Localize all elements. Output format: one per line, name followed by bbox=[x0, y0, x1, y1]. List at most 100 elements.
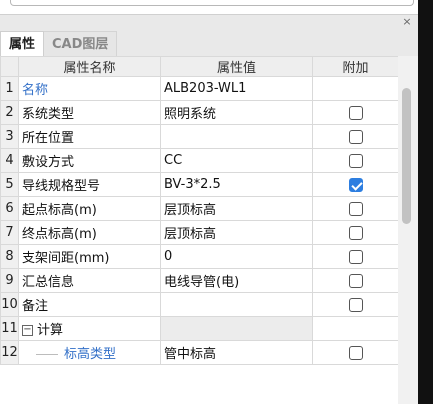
column-header-extra[interactable]: 附加 bbox=[312, 56, 398, 77]
table-row[interactable]: 9 汇总信息 电线导管(电) bbox=[0, 268, 398, 293]
extra-cell bbox=[312, 196, 398, 221]
extra-cell bbox=[312, 268, 398, 293]
row-index: 7 bbox=[0, 220, 19, 245]
row-index: 5 bbox=[0, 172, 19, 197]
property-name: 标高类型 bbox=[64, 347, 117, 362]
property-value-cell[interactable] bbox=[160, 124, 313, 149]
row-index: 9 bbox=[0, 268, 19, 293]
property-name-cell[interactable]: − 计算 bbox=[18, 316, 161, 341]
checkbox[interactable] bbox=[348, 297, 363, 312]
property-value-cell[interactable]: ALB203-WL1 bbox=[160, 76, 313, 101]
property-name-cell[interactable]: 备注 bbox=[18, 292, 161, 317]
checkbox[interactable] bbox=[348, 225, 363, 240]
property-name-cell[interactable]: 汇总信息 bbox=[18, 268, 161, 293]
tab-properties[interactable]: 属性 bbox=[0, 31, 45, 56]
property-value-cell[interactable]: 管中标高 bbox=[160, 340, 313, 365]
properties-panel: × 属性 CAD图层 属性名称 属性值 附加 1 名称 ALB203-WL1 2 系统类… bbox=[0, 14, 418, 404]
column-header-name[interactable]: 属性名称 bbox=[18, 56, 161, 77]
scrollbar-thumb[interactable] bbox=[402, 88, 411, 224]
checkbox-checked[interactable] bbox=[348, 177, 363, 192]
property-name: 系统类型 bbox=[22, 107, 75, 122]
checkbox[interactable] bbox=[348, 345, 363, 360]
extra-cell bbox=[312, 76, 398, 101]
property-name: 汇总信息 bbox=[22, 275, 75, 290]
property-name: 备注 bbox=[22, 299, 49, 314]
extra-cell bbox=[312, 340, 398, 365]
property-name-cell[interactable]: 终点标高(m) bbox=[18, 220, 161, 245]
checkbox[interactable] bbox=[348, 273, 363, 288]
table-row[interactable]: 2 系统类型 照明系统 bbox=[0, 100, 398, 125]
property-value-cell[interactable]: 照明系统 bbox=[160, 100, 313, 125]
property-value-cell[interactable] bbox=[160, 316, 313, 341]
close-button[interactable]: × bbox=[400, 15, 414, 29]
row-index: 1 bbox=[0, 76, 19, 101]
property-name: 计算 bbox=[37, 323, 64, 338]
table-row[interactable]: 8 支架间距(mm) 0 bbox=[0, 244, 398, 269]
property-value-cell[interactable]: CC bbox=[160, 148, 313, 173]
table-row[interactable]: 11− 计算 bbox=[0, 316, 398, 341]
checkbox[interactable] bbox=[348, 153, 363, 168]
table-row[interactable]: 4 敷设方式 CC bbox=[0, 148, 398, 173]
property-name-cell[interactable]: 敷设方式 bbox=[18, 148, 161, 173]
table-header-row: 属性名称 属性值 附加 bbox=[0, 56, 398, 77]
property-name-cell[interactable]: 名称 bbox=[18, 76, 161, 101]
property-name: 起点标高(m) bbox=[22, 203, 97, 218]
vertical-scrollbar[interactable] bbox=[398, 56, 418, 404]
table-row[interactable]: 12 标高类型 管中标高 bbox=[0, 340, 398, 365]
row-index: 11 bbox=[0, 316, 19, 341]
checkbox[interactable] bbox=[348, 105, 363, 120]
property-name: 导线规格型号 bbox=[22, 179, 101, 194]
row-index: 3 bbox=[0, 124, 19, 149]
property-name-cell[interactable]: 标高类型 bbox=[18, 340, 161, 365]
extra-cell bbox=[312, 100, 398, 125]
table-row[interactable]: 10 备注 bbox=[0, 292, 398, 317]
table-row[interactable]: 1 名称 ALB203-WL1 bbox=[0, 76, 398, 101]
row-index: 6 bbox=[0, 196, 19, 221]
top-input-edge[interactable] bbox=[10, 0, 414, 6]
property-value-cell[interactable]: 层顶标高 bbox=[160, 220, 313, 245]
property-name-cell[interactable]: 导线规格型号 bbox=[18, 172, 161, 197]
table-row[interactable]: 5 导线规格型号 BV-3*2.5 bbox=[0, 172, 398, 197]
row-index: 10 bbox=[0, 292, 19, 317]
property-value-cell[interactable]: 电线导管(电) bbox=[160, 268, 313, 293]
property-value-cell[interactable]: 层顶标高 bbox=[160, 196, 313, 221]
extra-cell bbox=[312, 172, 398, 197]
row-index: 2 bbox=[0, 100, 19, 125]
property-name: 所在位置 bbox=[22, 131, 75, 146]
collapse-icon[interactable]: − bbox=[22, 325, 33, 336]
properties-table: 属性名称 属性值 附加 1 名称 ALB203-WL1 2 系统类型 照明系统 3 所在位置 4… bbox=[0, 56, 398, 404]
property-name-cell[interactable]: 所在位置 bbox=[18, 124, 161, 149]
table-row[interactable]: 7 终点标高(m) 层顶标高 bbox=[0, 220, 398, 245]
extra-cell bbox=[312, 148, 398, 173]
checkbox[interactable] bbox=[348, 201, 363, 216]
top-toolbar-area bbox=[0, 0, 418, 14]
property-name: 名称 bbox=[22, 83, 49, 98]
column-header-index bbox=[0, 56, 19, 77]
property-name-cell[interactable]: 系统类型 bbox=[18, 100, 161, 125]
property-name: 支架间距(mm) bbox=[22, 251, 110, 266]
property-value-cell[interactable]: BV-3*2.5 bbox=[160, 172, 313, 197]
tab-cad-layers[interactable]: CAD图层 bbox=[44, 31, 118, 56]
extra-cell bbox=[312, 244, 398, 269]
row-index: 8 bbox=[0, 244, 19, 269]
extra-cell bbox=[312, 316, 398, 341]
extra-cell bbox=[312, 220, 398, 245]
tree-connector-icon bbox=[36, 354, 58, 355]
extra-cell bbox=[312, 124, 398, 149]
table-row[interactable]: 6 起点标高(m) 层顶标高 bbox=[0, 196, 398, 221]
property-name-cell[interactable]: 起点标高(m) bbox=[18, 196, 161, 221]
property-value-cell[interactable] bbox=[160, 292, 313, 317]
column-header-value[interactable]: 属性值 bbox=[160, 56, 313, 77]
property-name: 敷设方式 bbox=[22, 155, 75, 170]
property-name-cell[interactable]: 支架间距(mm) bbox=[18, 244, 161, 269]
property-value-cell[interactable]: 0 bbox=[160, 244, 313, 269]
row-index: 4 bbox=[0, 148, 19, 173]
tab-bar: 属性 CAD图层 bbox=[0, 31, 118, 56]
extra-cell bbox=[312, 292, 398, 317]
window-edge bbox=[418, 0, 433, 404]
table-row[interactable]: 3 所在位置 bbox=[0, 124, 398, 149]
checkbox[interactable] bbox=[348, 129, 363, 144]
property-name: 终点标高(m) bbox=[22, 227, 97, 242]
row-index: 12 bbox=[0, 340, 19, 365]
checkbox[interactable] bbox=[348, 249, 363, 264]
